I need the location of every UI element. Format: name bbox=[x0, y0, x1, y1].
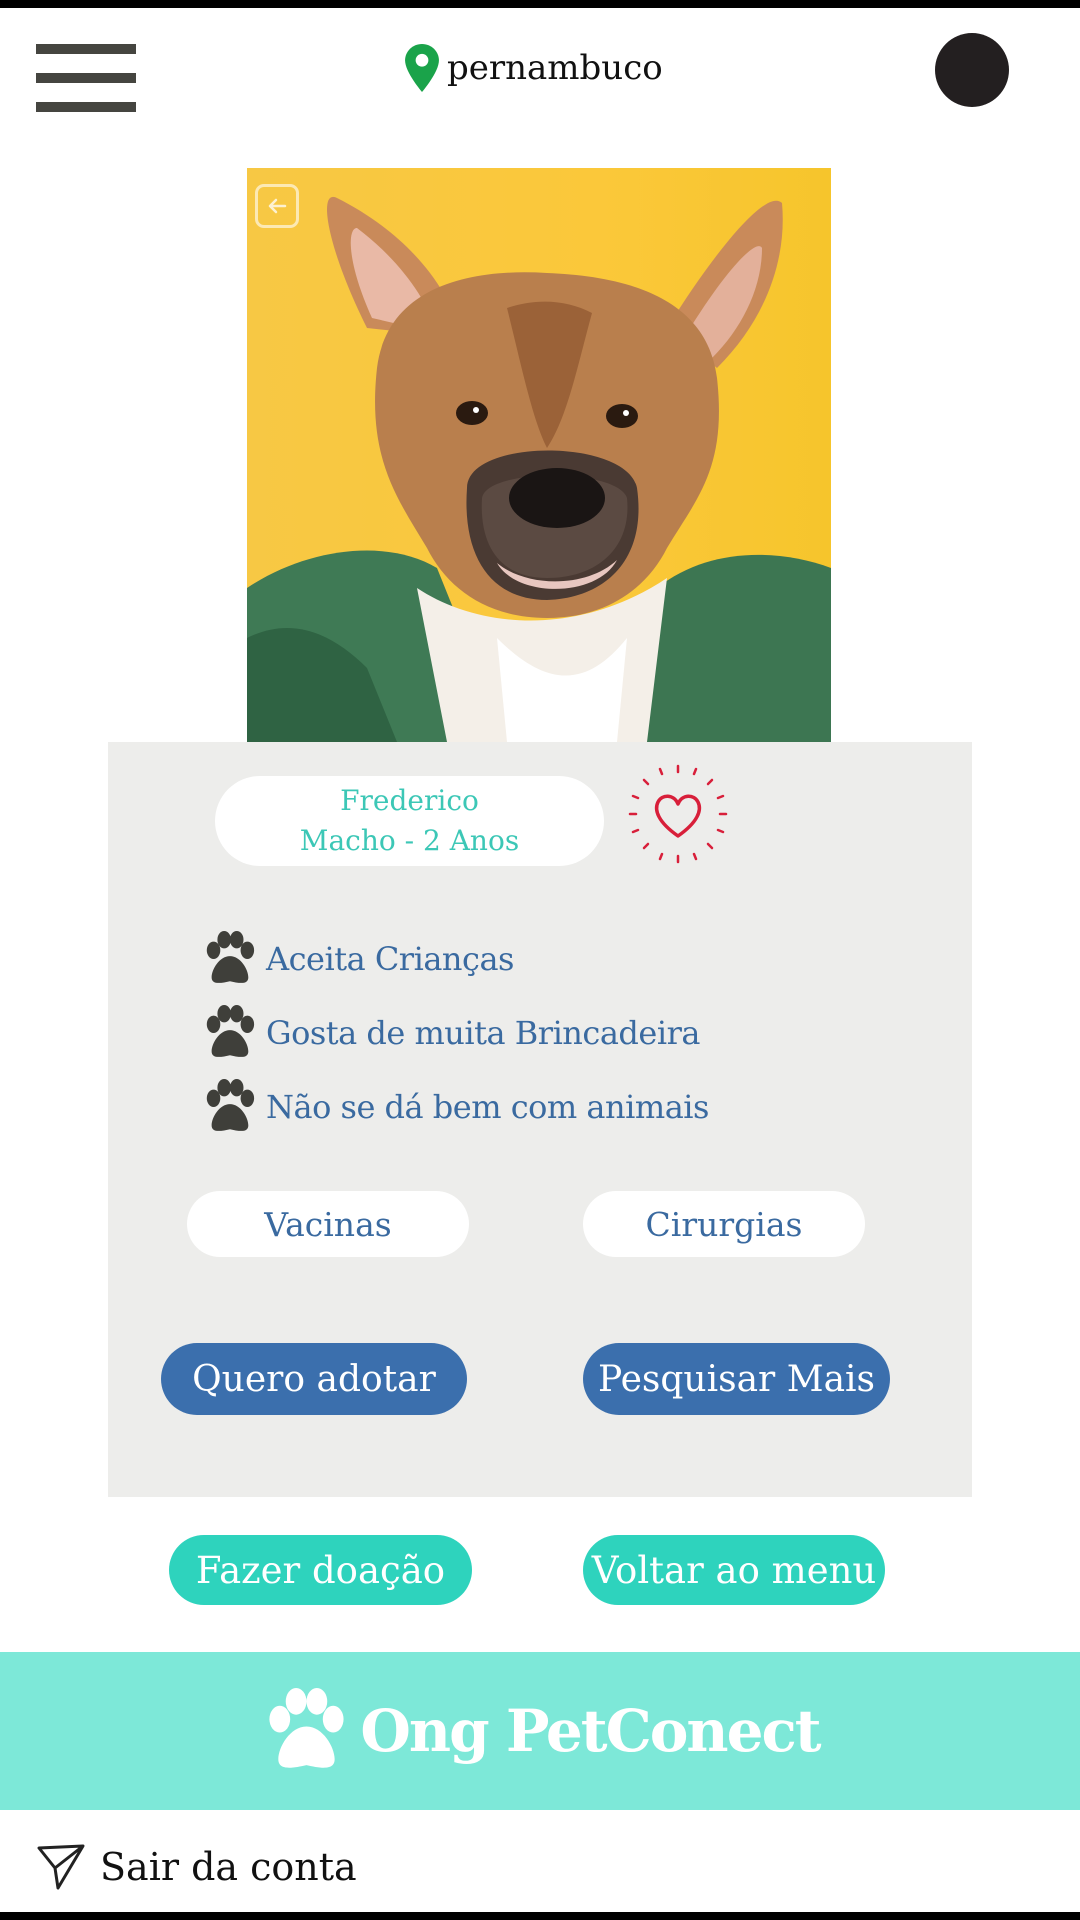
trait-item: Gosta de muita Brincadeira bbox=[200, 996, 709, 1070]
trait-item: Não se dá bem com animais bbox=[200, 1070, 709, 1144]
menu-icon[interactable] bbox=[36, 44, 136, 112]
top-border bbox=[0, 0, 1080, 8]
favorite-heart-icon[interactable] bbox=[628, 764, 728, 864]
search-more-button[interactable]: Pesquisar Mais bbox=[583, 1343, 890, 1415]
trait-list: Aceita Crianças Gosta de muita Brincadei… bbox=[200, 922, 709, 1144]
back-arrow-icon[interactable] bbox=[255, 184, 299, 228]
location-label: pernambuco bbox=[447, 48, 663, 88]
paw-icon bbox=[206, 1079, 255, 1131]
back-to-menu-button[interactable]: Voltar ao menu bbox=[583, 1535, 885, 1605]
trait-label: Aceita Crianças bbox=[266, 940, 514, 978]
pet-photo bbox=[247, 168, 831, 742]
pet-name-pill: Frederico Macho - 2 Anos bbox=[215, 776, 604, 866]
paw-logo-icon bbox=[269, 1688, 344, 1768]
brand-banner: Ong PetConect bbox=[0, 1652, 1080, 1810]
logout-label: Sair da conta bbox=[100, 1845, 357, 1889]
trait-item: Aceita Crianças bbox=[200, 922, 709, 996]
location-selector[interactable]: pernambuco bbox=[405, 42, 663, 94]
pet-name: Frederico bbox=[340, 784, 479, 817]
send-icon bbox=[37, 1844, 85, 1890]
dog-illustration bbox=[247, 196, 831, 742]
donate-button[interactable]: Fazer doação bbox=[169, 1535, 472, 1605]
bottom-border bbox=[0, 1912, 1080, 1920]
avatar[interactable] bbox=[935, 33, 1009, 107]
vaccines-button[interactable]: Vacinas bbox=[187, 1191, 469, 1257]
adopt-button[interactable]: Quero adotar bbox=[161, 1343, 467, 1415]
paw-icon bbox=[206, 931, 255, 983]
trait-label: Gosta de muita Brincadeira bbox=[266, 1014, 700, 1052]
surgeries-button[interactable]: Cirurgias bbox=[583, 1191, 865, 1257]
logout-button[interactable]: Sair da conta bbox=[36, 1842, 357, 1892]
brand-name: Ong PetConect bbox=[360, 1697, 821, 1765]
pet-details: Macho - 2 Anos bbox=[299, 824, 520, 857]
trait-label: Não se dá bem com animais bbox=[266, 1088, 709, 1126]
location-pin-icon bbox=[405, 44, 439, 92]
paw-icon bbox=[206, 1005, 255, 1057]
